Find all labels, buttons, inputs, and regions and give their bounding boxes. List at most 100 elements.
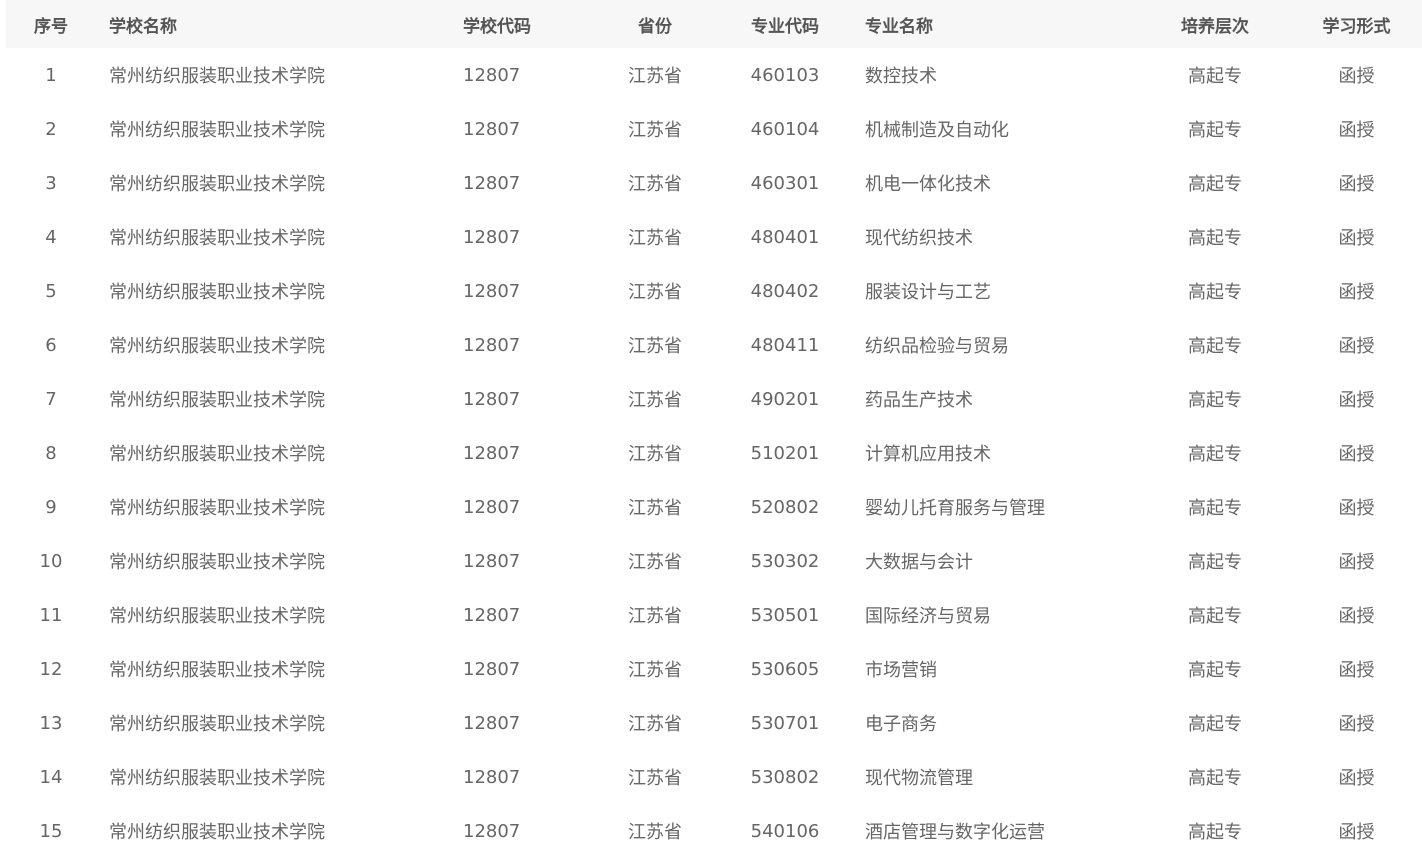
cell-school-code: 12807: [463, 604, 521, 626]
cell-major-code: 480411: [750, 334, 820, 356]
cell-index: 9: [45, 496, 57, 518]
cell-province: 江苏省: [628, 552, 682, 573]
cell-school-code: 12807: [463, 442, 521, 464]
cell-major-name: 数控技术: [865, 66, 937, 87]
cell-level: 高起专: [1188, 390, 1242, 411]
cell-study-form: 函授: [1338, 498, 1375, 519]
cell-study-form: 函授: [1338, 768, 1375, 789]
cell-study-form: 函授: [1338, 552, 1375, 573]
cell-major-name: 纺织品检验与贸易: [865, 336, 1009, 357]
cell-index: 7: [45, 388, 57, 410]
table-row: 15 常州纺织服装职业技术学院 12807 江苏省 540106 酒店管理与数字化运营 高起…: [6, 804, 1422, 848]
cell-level: 高起专: [1188, 228, 1242, 249]
header-study-form: 学习形式: [1322, 16, 1391, 37]
header-major-name: 专业名称: [865, 16, 933, 37]
cell-major-name: 国际经济与贸易: [865, 606, 991, 627]
cell-school-name: 常州纺织服装职业技术学院: [109, 606, 325, 627]
table-row: 14 常州纺织服装职业技术学院 12807 江苏省 530802 现代物流管理 高起专 函授: [6, 750, 1422, 804]
cell-major-name: 婴幼儿托育服务与管理: [865, 498, 1045, 519]
cell-major-code: 460103: [750, 64, 820, 86]
cell-major-code: 480402: [750, 280, 820, 302]
cell-province: 江苏省: [628, 660, 682, 681]
table-row: 4 常州纺织服装职业技术学院 12807 江苏省 480401 现代纺织技术 高起专 函授: [6, 210, 1422, 264]
cell-school-code: 12807: [463, 226, 521, 248]
cell-major-name: 现代物流管理: [865, 768, 973, 789]
table-row: 1 常州纺织服装职业技术学院 12807 江苏省 460103 数控技术 高起专 函授: [6, 48, 1422, 102]
header-major-code: 专业代码: [751, 16, 819, 37]
cell-school-name: 常州纺织服装职业技术学院: [109, 498, 325, 519]
header-school-name: 学校名称: [109, 16, 177, 37]
cell-index: 1: [45, 64, 57, 86]
cell-index: 10: [39, 550, 63, 572]
cell-index: 8: [45, 442, 57, 464]
cell-major-code: 530802: [750, 766, 820, 788]
cell-major-code: 540106: [750, 820, 820, 842]
cell-index: 2: [45, 118, 57, 140]
cell-level: 高起专: [1188, 66, 1242, 87]
cell-school-name: 常州纺织服装职业技术学院: [109, 714, 325, 735]
cell-province: 江苏省: [628, 174, 682, 195]
cell-level: 高起专: [1188, 606, 1242, 627]
cell-study-form: 函授: [1338, 66, 1375, 87]
cell-index: 13: [39, 712, 63, 734]
cell-study-form: 函授: [1338, 120, 1375, 141]
table-row: 12 常州纺织服装职业技术学院 12807 江苏省 530605 市场营销 高起专 函授: [6, 642, 1422, 696]
cell-school-name: 常州纺织服装职业技术学院: [109, 66, 325, 87]
cell-study-form: 函授: [1338, 444, 1375, 465]
header-level: 培养层次: [1181, 16, 1249, 37]
cell-major-name: 大数据与会计: [865, 552, 973, 573]
cell-province: 江苏省: [628, 336, 682, 357]
table-row: 10 常州纺织服装职业技术学院 12807 江苏省 530302 大数据与会计 高起专 函授: [6, 534, 1422, 588]
cell-school-code: 12807: [463, 388, 521, 410]
cell-school-code: 12807: [463, 64, 521, 86]
cell-major-code: 530701: [750, 712, 820, 734]
cell-major-name: 计算机应用技术: [865, 444, 991, 465]
table-row: 7 常州纺织服装职业技术学院 12807 江苏省 490201 药品生产技术 高起专 函授: [6, 372, 1422, 426]
cell-school-name: 常州纺织服装职业技术学院: [109, 282, 325, 303]
cell-school-code: 12807: [463, 172, 521, 194]
table-row: 11 常州纺织服装职业技术学院 12807 江苏省 530501 国际经济与贸易 高起专 函授: [6, 588, 1422, 642]
cell-school-code: 12807: [463, 496, 521, 518]
cell-level: 高起专: [1188, 444, 1242, 465]
cell-school-name: 常州纺织服装职业技术学院: [109, 174, 325, 195]
table-row: 2 常州纺织服装职业技术学院 12807 江苏省 460104 机械制造及自动化 高起专 函授: [6, 102, 1422, 156]
cell-school-code: 12807: [463, 712, 521, 734]
cell-school-code: 12807: [463, 550, 521, 572]
cell-school-code: 12807: [463, 820, 521, 842]
cell-school-code: 12807: [463, 766, 521, 788]
cell-province: 江苏省: [628, 66, 682, 87]
cell-school-name: 常州纺织服装职业技术学院: [109, 228, 325, 249]
cell-school-name: 常州纺织服装职业技术学院: [109, 444, 325, 465]
cell-study-form: 函授: [1338, 606, 1375, 627]
table-header: 序号 学校名称 学校代码 省份 专业代码 专业名称 培养层次 学习形式: [6, 0, 1422, 48]
header-province: 省份: [638, 16, 672, 37]
cell-school-code: 12807: [463, 334, 521, 356]
cell-major-code: 460104: [750, 118, 820, 140]
cell-index: 11: [39, 604, 63, 626]
cell-province: 江苏省: [628, 120, 682, 141]
table-row: 9 常州纺织服装职业技术学院 12807 江苏省 520802 婴幼儿托育服务与管理 高起专…: [6, 480, 1422, 534]
cell-study-form: 函授: [1338, 660, 1375, 681]
cell-school-name: 常州纺织服装职业技术学院: [109, 768, 325, 789]
cell-index: 12: [39, 658, 63, 680]
table-body: 1 常州纺织服装职业技术学院 12807 江苏省 460103 数控技术 高起专 函授 2 常州纺…: [6, 48, 1422, 848]
cell-level: 高起专: [1188, 768, 1242, 789]
cell-major-code: 460301: [750, 172, 820, 194]
cell-school-name: 常州纺织服装职业技术学院: [109, 660, 325, 681]
table-row: 8 常州纺织服装职业技术学院 12807 江苏省 510201 计算机应用技术 高起专 函授: [6, 426, 1422, 480]
cell-study-form: 函授: [1338, 336, 1375, 357]
cell-province: 江苏省: [628, 390, 682, 411]
cell-school-name: 常州纺织服装职业技术学院: [109, 336, 325, 357]
majors-table: 序号 学校名称 学校代码 省份 专业代码 专业名称 培养层次 学习形式 1 常州纺…: [6, 0, 1422, 848]
cell-level: 高起专: [1188, 660, 1242, 681]
table-row: 5 常州纺织服装职业技术学院 12807 江苏省 480402 服装设计与工艺 高起专 函授: [6, 264, 1422, 318]
cell-level: 高起专: [1188, 174, 1242, 195]
cell-major-code: 510201: [750, 442, 820, 464]
cell-level: 高起专: [1188, 822, 1242, 843]
cell-major-name: 机电一体化技术: [865, 174, 991, 195]
cell-level: 高起专: [1188, 498, 1242, 519]
cell-major-code: 480401: [750, 226, 820, 248]
cell-major-name: 电子商务: [865, 714, 937, 735]
cell-study-form: 函授: [1338, 714, 1375, 735]
cell-school-code: 12807: [463, 280, 521, 302]
